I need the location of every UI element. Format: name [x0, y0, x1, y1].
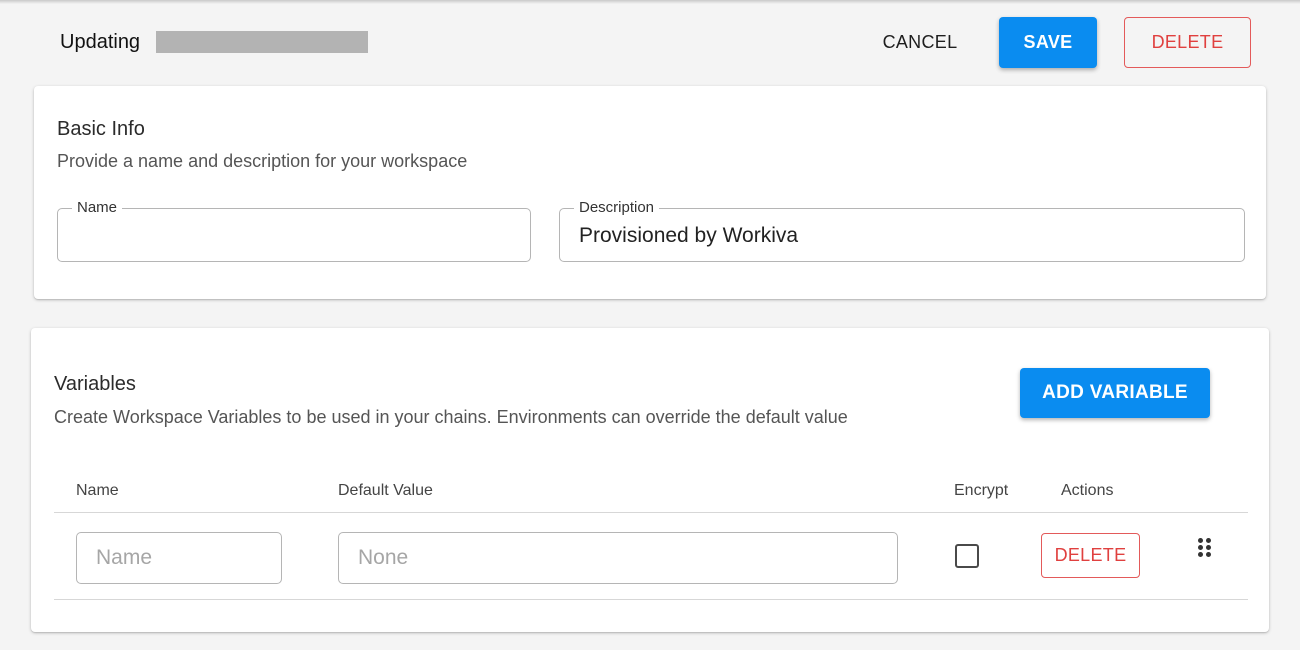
cancel-button[interactable]: CANCEL	[862, 22, 978, 62]
delete-workspace-button[interactable]: DELETE	[1124, 17, 1251, 68]
add-variable-button[interactable]: ADD VARIABLE	[1020, 368, 1210, 418]
drag-handle-icon[interactable]	[1198, 538, 1214, 560]
variable-name-input[interactable]	[76, 532, 282, 584]
variable-default-value-input[interactable]	[338, 532, 898, 584]
variables-title: Variables	[54, 373, 136, 395]
variables-subtitle: Create Workspace Variables to be used in…	[54, 407, 848, 427]
encrypt-checkbox[interactable]	[955, 544, 979, 568]
description-field-value: Provisioned by Workiva	[579, 224, 799, 247]
table-header-divider	[54, 512, 1248, 513]
save-button[interactable]: SAVE	[999, 17, 1097, 68]
table-row-divider	[54, 599, 1248, 600]
description-field[interactable]: Description Provisioned by Workiva	[559, 198, 1245, 262]
basic-info-title: Basic Info	[57, 118, 145, 140]
column-header-encrypt: Encrypt	[954, 482, 1009, 499]
variables-card: Variables Create Workspace Variables to …	[31, 328, 1269, 632]
description-field-label: Description	[574, 198, 660, 218]
basic-info-card: Basic Info Provide a name and descriptio…	[34, 86, 1266, 299]
column-header-name: Name	[76, 482, 119, 499]
column-header-actions: Actions	[1061, 482, 1114, 499]
column-header-default-value: Default Value	[338, 482, 433, 499]
top-edge-shadow	[0, 0, 1300, 4]
page-title: Updating	[60, 31, 141, 53]
delete-variable-button[interactable]: DELETE	[1041, 533, 1140, 578]
name-field[interactable]: Name	[57, 198, 531, 262]
basic-info-subtitle: Provide a name and description for your …	[57, 151, 468, 171]
name-field-label: Name	[72, 198, 123, 218]
redacted-workspace-name	[156, 31, 368, 53]
